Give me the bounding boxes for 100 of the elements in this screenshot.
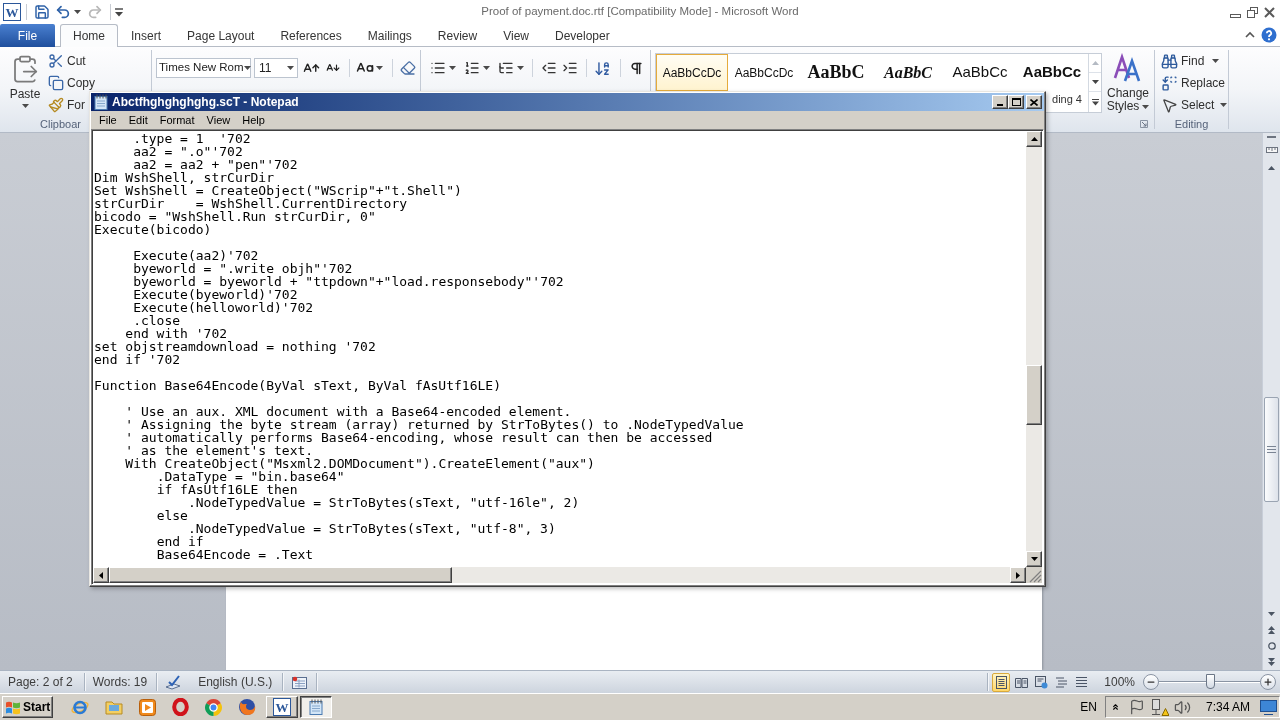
show-desktop-icon[interactable]	[1260, 699, 1277, 715]
menu-item[interactable]: File	[93, 111, 123, 129]
pilcrow-icon	[629, 60, 644, 76]
window-title: Proof of payment.doc.rtf [Compatibility Mode] - Microsoft Word	[481, 4, 799, 20]
font-name-field[interactable]: Times New Rom	[156, 58, 251, 78]
close-icon[interactable]	[1264, 6, 1275, 18]
style-preview[interactable]: AaBbCcDc	[656, 54, 728, 91]
segmented-circle-icon[interactable]	[205, 698, 222, 716]
maximize-button[interactable]	[1008, 95, 1024, 109]
w-logo-icon[interactable]: W	[3, 3, 21, 21]
find-button[interactable]: Find	[1161, 50, 1220, 72]
size-grip-icon[interactable]	[1026, 567, 1042, 583]
scroll-down-button[interactable]	[1026, 551, 1042, 567]
menu-item[interactable]: Help	[236, 111, 271, 129]
up-arrow-icon	[1030, 137, 1038, 141]
style-preview[interactable]: AaBbCc	[944, 54, 1016, 91]
up-arrow-icon	[1268, 165, 1275, 170]
zoom-percent[interactable]: 100%	[1104, 673, 1135, 691]
format-painter-button[interactable]: For	[48, 94, 85, 116]
slider-thumb[interactable]	[1205, 674, 1215, 689]
ribbon-tab[interactable]: Review	[424, 25, 491, 47]
horizontal-scrollbar[interactable]	[93, 567, 1026, 583]
undo-icon	[55, 4, 71, 20]
scroll-left-button[interactable]	[93, 567, 109, 583]
zoom-in-button[interactable]	[1260, 674, 1276, 690]
letters-icon	[1113, 53, 1143, 83]
scroll-up-button[interactable]	[1026, 131, 1042, 147]
ring-icon[interactable]	[172, 698, 189, 716]
start-button[interactable]: Start	[2, 696, 53, 718]
tree-list-icon	[498, 60, 514, 76]
split-handle-icon[interactable]	[1267, 136, 1276, 138]
network-warning-icon[interactable]	[1151, 698, 1169, 716]
customize-toolbar-icon[interactable]	[115, 7, 123, 17]
zoom-slider[interactable]	[1159, 674, 1260, 690]
chevron-up-icon[interactable]	[1111, 701, 1120, 713]
paste-button[interactable]: Paste	[5, 50, 45, 112]
restore-icon[interactable]	[1247, 6, 1258, 18]
check-document-icon[interactable]	[165, 674, 183, 690]
select-button[interactable]: Select	[1161, 94, 1228, 116]
caret-icon	[243, 66, 251, 70]
style-name[interactable]: ding 4	[1052, 92, 1082, 106]
vertical-scrollbar[interactable]	[1262, 133, 1280, 670]
scrollbar-thumb[interactable]	[1264, 397, 1279, 502]
save-button[interactable]	[32, 2, 52, 22]
minimize-button[interactable]	[992, 95, 1008, 109]
file-tab[interactable]: File	[0, 24, 55, 47]
collapse-ribbon-icon[interactable]	[1245, 31, 1255, 38]
menu-item[interactable]: View	[200, 111, 237, 129]
sheet-dot-icon[interactable]	[292, 675, 308, 689]
code-line: .DataType = "bin.base64"	[156, 470, 345, 483]
zoom-out-button[interactable]	[1143, 674, 1159, 690]
vertical-scrollbar[interactable]	[1026, 131, 1042, 567]
scroll-right-button[interactable]	[1010, 567, 1026, 583]
code-line: aa2 = ".o"'702	[133, 145, 243, 158]
taskbar-window-button[interactable]	[300, 696, 332, 718]
ribbon-tab[interactable]: Page Layout	[174, 25, 268, 47]
minimize-icon	[997, 104, 1003, 106]
speaker-icon[interactable]	[1174, 698, 1191, 716]
ribbon-tab[interactable]: Mailings	[354, 25, 425, 47]
down-arrow-icon	[1030, 557, 1038, 561]
code-line: Execute(helloworld)'702	[133, 301, 314, 314]
ribbon-tab[interactable]: Insert	[118, 25, 175, 47]
group-label: Editing	[1174, 118, 1209, 130]
code-line: Execute(byeworld)'702	[133, 288, 298, 301]
ribbon-tab[interactable]: References	[267, 25, 355, 47]
flag-icon[interactable]	[1129, 699, 1145, 715]
play-icon[interactable]	[139, 698, 156, 716]
taskbar-window-button[interactable]: W	[266, 696, 298, 718]
cut-button[interactable]: Cut	[48, 50, 86, 72]
more-arrow-icon	[1091, 98, 1099, 106]
code-line: set objstreamdownload = nothing '702	[94, 340, 376, 353]
code-line: end if '702	[94, 353, 181, 366]
style-preview[interactable]: AaBbC	[800, 54, 872, 91]
style-preview[interactable]: AaBbCc	[1016, 54, 1088, 91]
menu-item[interactable]: Format	[153, 111, 201, 129]
outline-list-icon	[1054, 675, 1068, 689]
code-line: .NodeTypedValue = StrToBytes(sText, "utf-8", 3)	[187, 522, 556, 535]
clear-formatting-button[interactable]	[399, 58, 417, 78]
input-language[interactable]: EN	[1080, 698, 1097, 716]
browser-logo-icon[interactable]	[71, 698, 89, 716]
code-line: bicodo = "WshShell.Run strCurDir, 0"	[94, 210, 376, 223]
ribbon-tab[interactable]: View	[490, 25, 542, 47]
style-preview[interactable]: AaBbC	[872, 54, 944, 91]
ribbon-tab[interactable]: Home	[60, 24, 118, 47]
font-size-field[interactable]: 11	[254, 58, 298, 78]
ribbon-tab[interactable]: Developer	[541, 25, 623, 47]
dialog-launcher-icon[interactable]	[1140, 120, 1148, 128]
view-button[interactable]	[992, 672, 1011, 692]
clock[interactable]: 7:34 AM	[1206, 698, 1251, 716]
replace-button[interactable]: Replace	[1161, 72, 1226, 94]
menu-item[interactable]: Edit	[122, 111, 154, 129]
change-styles-button[interactable]: Change Styles	[1105, 53, 1151, 113]
globe-flame-icon[interactable]	[238, 698, 256, 716]
help-icon[interactable]	[1261, 27, 1277, 43]
style-preview[interactable]: AaBbCcDc	[728, 54, 800, 91]
close-button[interactable]	[1026, 95, 1042, 109]
plus-icon	[1263, 677, 1273, 687]
flag-logo-icon	[5, 699, 21, 715]
copy-button[interactable]: Copy	[48, 72, 95, 94]
binoculars-icon	[1161, 52, 1178, 70]
